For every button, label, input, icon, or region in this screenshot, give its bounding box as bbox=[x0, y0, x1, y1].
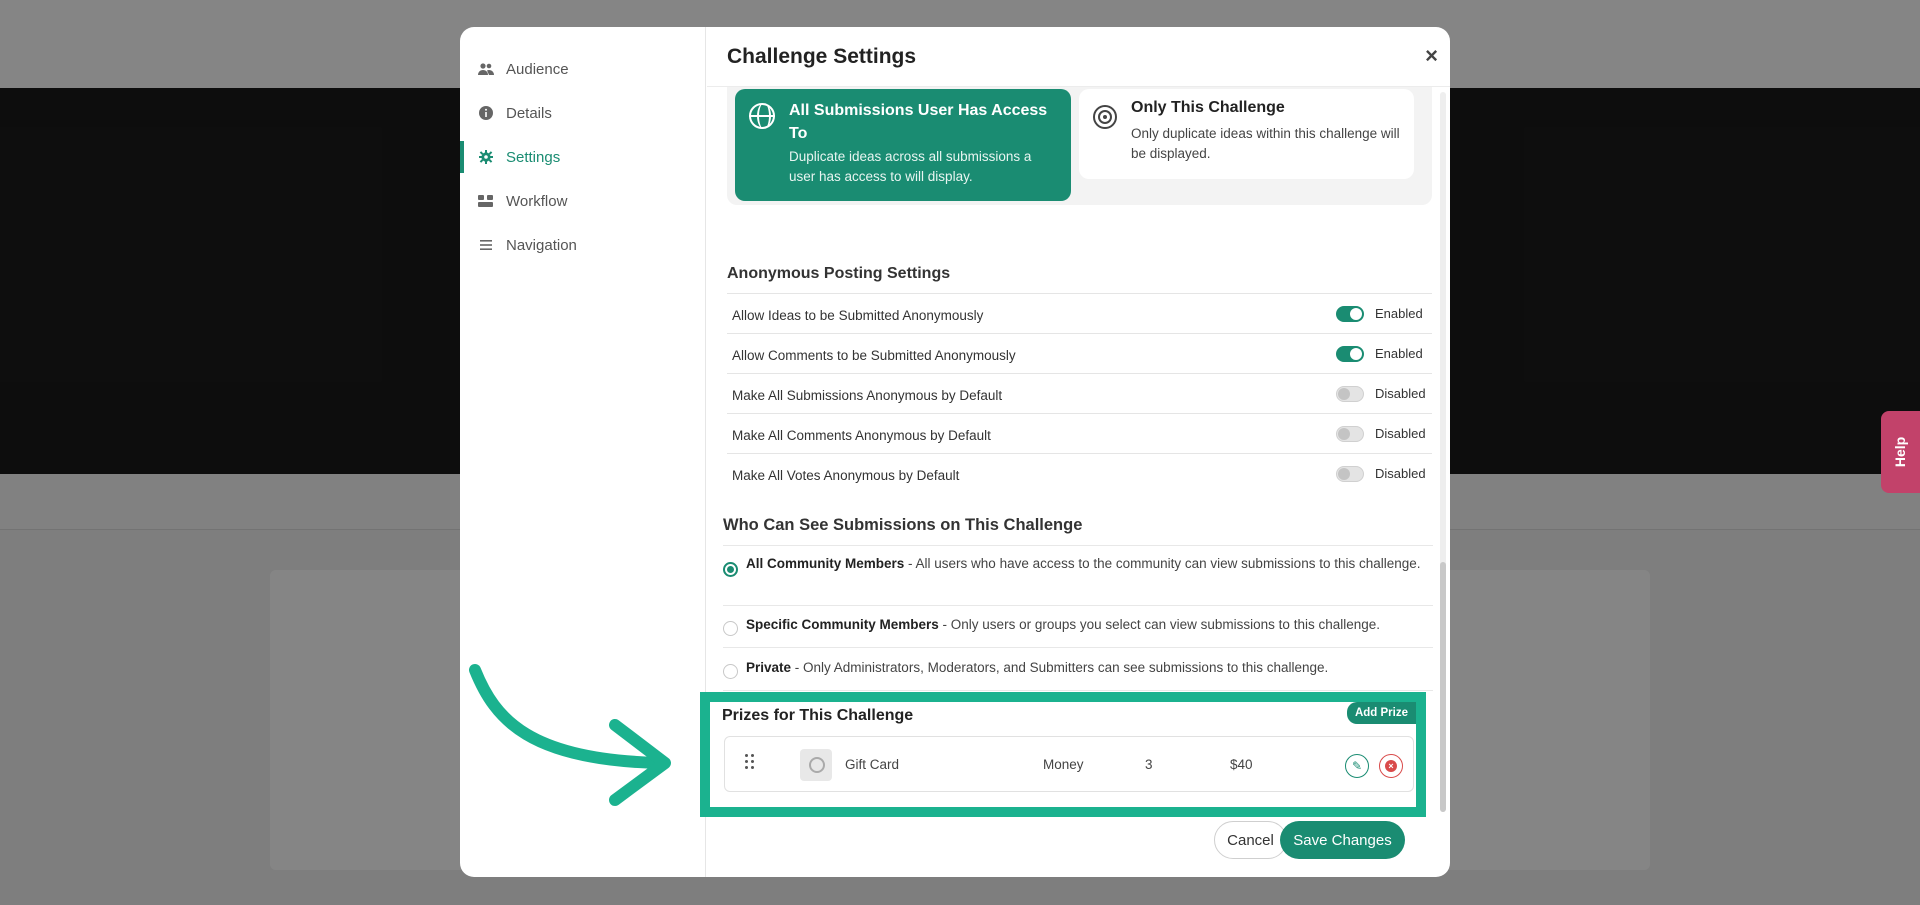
nav-label: Navigation bbox=[506, 236, 577, 254]
globe-icon bbox=[749, 103, 775, 129]
toggle-state: Enabled bbox=[1375, 346, 1423, 361]
help-tab-label: Help bbox=[1892, 436, 1909, 468]
prizes-section: Prizes for This Challenge Add Prize Gift… bbox=[700, 692, 1426, 817]
radio-button[interactable] bbox=[723, 562, 738, 577]
toggle-state: Disabled bbox=[1375, 426, 1426, 441]
nav-label: Workflow bbox=[506, 192, 568, 210]
close-icon[interactable]: × bbox=[1425, 43, 1438, 69]
toggle-switch[interactable] bbox=[1336, 306, 1364, 322]
radio-text: Private - Only Administrators, Moderator… bbox=[746, 658, 1426, 678]
radio-description: - All users who have access to the commu… bbox=[904, 556, 1421, 571]
radio-description: - Only Administrators, Moderators, and S… bbox=[791, 660, 1329, 675]
nav-item-workflow[interactable]: Workflow bbox=[460, 179, 705, 223]
modal-title: Challenge Settings bbox=[727, 45, 917, 68]
nav-label: Settings bbox=[506, 148, 561, 166]
radio-button[interactable] bbox=[723, 664, 738, 679]
cancel-button[interactable]: Cancel bbox=[1214, 821, 1287, 859]
info-icon bbox=[478, 105, 494, 121]
toggle-label: Make All Comments Anonymous by Default bbox=[732, 428, 991, 443]
option-description: Duplicate ideas across all submissions a… bbox=[789, 149, 1032, 184]
modal-header: Challenge Settings × bbox=[707, 27, 1450, 87]
nav-item-settings[interactable]: Settings bbox=[460, 135, 705, 179]
anon-row-votes-default: Make All Votes Anonymous by Default Disa… bbox=[727, 453, 1432, 493]
save-changes-button[interactable]: Save Changes bbox=[1280, 821, 1405, 859]
toggle-switch[interactable] bbox=[1336, 386, 1364, 402]
duplicate-option-this-challenge[interactable]: Only This Challenge Only duplicate ideas… bbox=[1079, 89, 1414, 179]
anon-row-submissions-default: Make All Submissions Anonymous by Defaul… bbox=[727, 373, 1432, 413]
toggle-label: Allow Ideas to be Submitted Anonymously bbox=[732, 308, 984, 323]
content-scrollbar[interactable] bbox=[1440, 92, 1446, 812]
duplicate-scope-options: All Submissions User Has Access To Dupli… bbox=[727, 87, 1432, 205]
anon-row-comments-default: Make All Comments Anonymous by Default D… bbox=[727, 413, 1432, 453]
duplicate-option-all-submissions[interactable]: All Submissions User Has Access To Dupli… bbox=[735, 89, 1071, 201]
visibility-option-all[interactable]: All Community Members - All users who ha… bbox=[723, 545, 1433, 605]
prize-quantity: 3 bbox=[1145, 757, 1153, 772]
workflow-icon bbox=[478, 193, 494, 209]
radio-label: Specific Community Members bbox=[746, 617, 939, 632]
drag-handle-icon[interactable] bbox=[745, 754, 755, 770]
toggle-label: Make All Submissions Anonymous by Defaul… bbox=[732, 388, 1003, 403]
prize-value: $40 bbox=[1230, 757, 1253, 772]
toggle-label: Make All Votes Anonymous by Default bbox=[732, 468, 960, 483]
anonymous-settings-title: Anonymous Posting Settings bbox=[727, 265, 951, 282]
edit-icon[interactable]: ✎ bbox=[1345, 754, 1369, 778]
toggle-state: Disabled bbox=[1375, 386, 1426, 401]
option-title: All Submissions User Has Access To bbox=[789, 102, 1048, 142]
anon-row-comments: Allow Comments to be Submitted Anonymous… bbox=[727, 333, 1432, 373]
radio-text: All Community Members - All users who ha… bbox=[746, 554, 1426, 574]
option-title: Only This Challenge bbox=[1131, 99, 1285, 116]
nav-item-audience[interactable]: Audience bbox=[460, 47, 705, 91]
toggle-label: Allow Comments to be Submitted Anonymous… bbox=[732, 348, 1016, 363]
radio-description: - Only users or groups you select can vi… bbox=[938, 617, 1380, 632]
nav-label: Details bbox=[506, 104, 552, 122]
option-description: Only duplicate ideas within this challen… bbox=[1131, 126, 1400, 161]
radio-button[interactable] bbox=[723, 621, 738, 636]
toggle-state: Enabled bbox=[1375, 306, 1423, 321]
toggle-switch[interactable] bbox=[1336, 346, 1364, 362]
prize-image bbox=[800, 749, 832, 781]
prizes-title: Prizes for This Challenge bbox=[722, 707, 914, 724]
add-prize-button[interactable]: Add Prize bbox=[1346, 702, 1416, 724]
users-icon bbox=[478, 61, 494, 77]
gear-icon bbox=[478, 149, 494, 165]
delete-icon[interactable]: × bbox=[1379, 754, 1403, 778]
prize-name: Gift Card bbox=[845, 757, 900, 772]
anon-row-ideas: Allow Ideas to be Submitted Anonymously … bbox=[727, 293, 1432, 333]
help-tab[interactable]: Help bbox=[1881, 411, 1920, 493]
toggle-switch[interactable] bbox=[1336, 426, 1364, 442]
annotation-arrow-icon bbox=[469, 664, 671, 806]
prize-row: Gift Card Money 3 $40 ✎ × bbox=[724, 736, 1414, 792]
modal-footer: Cancel Save Changes bbox=[707, 817, 1450, 877]
nav-item-navigation[interactable]: Navigation bbox=[460, 223, 705, 267]
scrollbar-thumb[interactable] bbox=[1440, 562, 1446, 812]
visibility-option-private[interactable]: Private - Only Administrators, Moderator… bbox=[723, 647, 1433, 691]
toggle-state: Disabled bbox=[1375, 466, 1426, 481]
target-icon bbox=[1093, 105, 1117, 129]
radio-label: All Community Members bbox=[746, 556, 905, 571]
nav-item-details[interactable]: Details bbox=[460, 91, 705, 135]
visibility-option-specific[interactable]: Specific Community Members - Only users … bbox=[723, 605, 1433, 647]
prize-type: Money bbox=[1043, 757, 1084, 772]
nav-label: Audience bbox=[506, 60, 569, 78]
list-icon bbox=[478, 237, 494, 253]
toggle-switch[interactable] bbox=[1336, 466, 1364, 482]
radio-label: Private bbox=[746, 660, 792, 675]
radio-text: Specific Community Members - Only users … bbox=[746, 615, 1426, 635]
visibility-title: Who Can See Submissions on This Challeng… bbox=[723, 516, 1083, 534]
